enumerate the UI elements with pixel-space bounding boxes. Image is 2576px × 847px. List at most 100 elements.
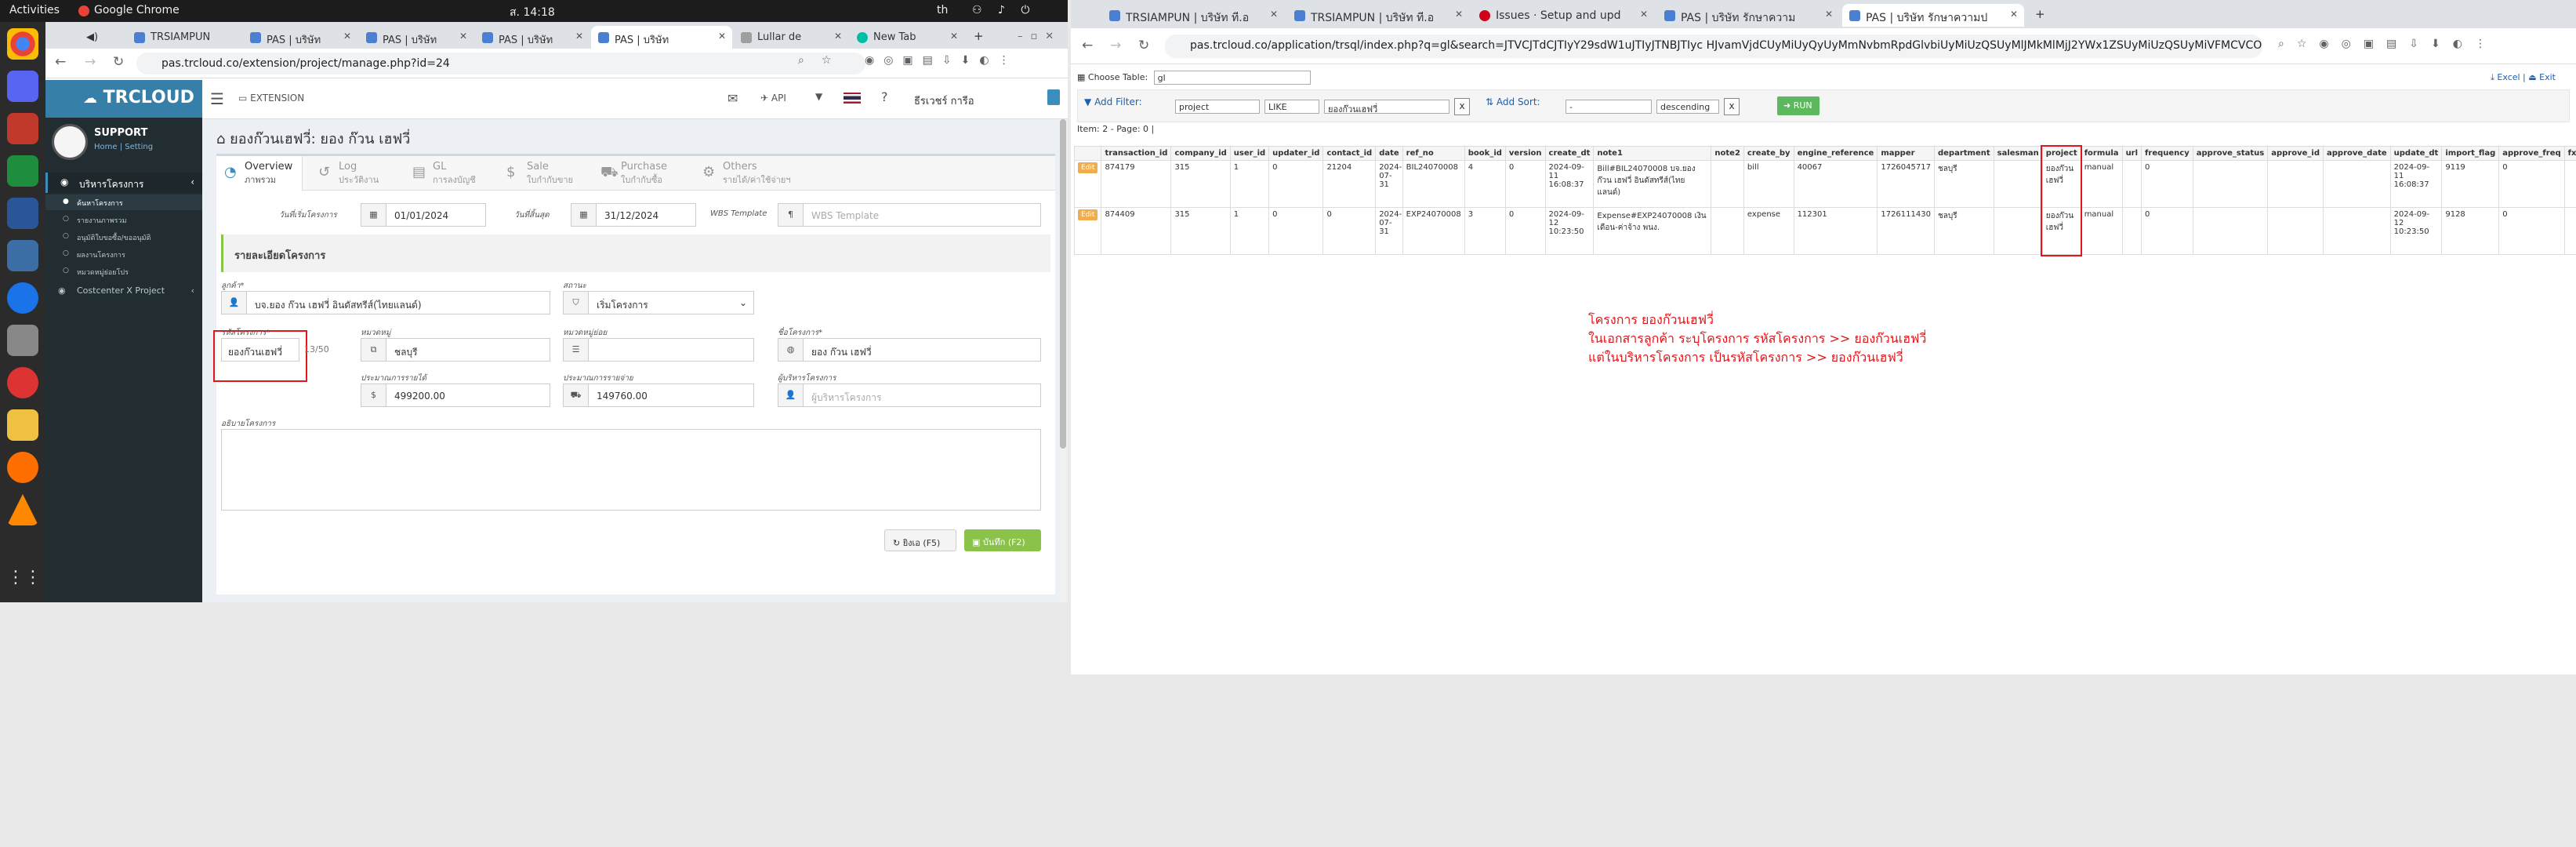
notes-dock-icon[interactable]	[7, 409, 38, 441]
remove-sort-button[interactable]: x	[1724, 98, 1740, 115]
exit-link[interactable]: ⏏ Exit	[2528, 72, 2556, 82]
close-icon[interactable]: ✕	[834, 31, 842, 42]
add-filter-button[interactable]: ▼ Add Filter:	[1084, 96, 1142, 107]
close-icon[interactable]: ✕	[575, 31, 583, 42]
bookmark-star-icon[interactable]: ☆	[822, 54, 832, 67]
tab-gl[interactable]: ▤ GL การลงบัญชี	[405, 156, 491, 191]
tab-4[interactable]: PAS | บริษัท ✕	[475, 26, 590, 49]
tab-4[interactable]: PAS | บริษัท รักษาความ ✕	[1657, 4, 1839, 27]
app-dock-icon[interactable]	[7, 113, 38, 144]
url-field[interactable]: pas.trcloud.co/application/trsql/index.p…	[1165, 35, 2262, 58]
status-select[interactable]: ⛉ เริ่มโครงการ ⌄	[563, 291, 754, 314]
close-icon[interactable]: ✕	[459, 31, 467, 42]
tab-5-active[interactable]: PAS | บริษัท ✕	[591, 26, 732, 49]
project-name-field[interactable]: ◍ ยอง ก๊วน เฮฟวี่	[778, 338, 1041, 362]
mail-icon[interactable]: ✉	[727, 91, 738, 106]
income-field[interactable]: $499200.00	[361, 384, 550, 407]
edit-button[interactable]: Edit	[1078, 209, 1098, 220]
close-icon[interactable]: ✕	[2010, 9, 2018, 20]
sort-direction-select[interactable]: descending	[1656, 100, 1719, 114]
new-tab-button[interactable]: +	[967, 26, 989, 49]
filter-value-input[interactable]: ยองก๊วนเฮฟวี่	[1324, 100, 1449, 115]
page-scrollbar[interactable]	[1060, 119, 1066, 602]
add-sort-button[interactable]: ⇅ Add Sort:	[1486, 96, 1540, 107]
new-tab-button[interactable]: +	[2029, 4, 2051, 27]
setting-link[interactable]: Setting	[125, 143, 153, 151]
close-icon[interactable]: ✕	[1640, 9, 1648, 20]
tab-5-active[interactable]: PAS | บริษัท รักษาความป ✕	[1842, 4, 2024, 27]
input-language[interactable]: th	[937, 4, 948, 16]
extension-icons[interactable]: ◉◎▣▤⇩⬇◐⋮	[865, 54, 1019, 67]
tab-7[interactable]: New Tab ✕	[850, 26, 964, 49]
tab-6[interactable]: Lullar de ✕	[734, 26, 848, 49]
customer-field[interactable]: 👤 บจ.ยอง ก๊วน เฮฟวี่ อินดัสทรีส์(ไทยแลนด์…	[221, 291, 550, 314]
category-field[interactable]: ⧉ ชลบุรี	[361, 338, 550, 362]
end-date-field[interactable]: ▦ 31/12/2024	[571, 203, 696, 227]
tab-log[interactable]: ↺ Log ประวัติงาน	[310, 156, 397, 191]
home-link[interactable]: Home	[94, 143, 118, 151]
forward-icon[interactable]: →	[1110, 38, 1121, 53]
vlc-dock-icon[interactable]	[7, 494, 38, 525]
menu-item-approve[interactable]: ○ อนุมัติใบขอซื้อ/ขออนุมัติ	[45, 229, 202, 245]
tab-purchase[interactable]: ⛟ Purchase ใบกำกับซื้อ	[593, 156, 687, 191]
project-code-field[interactable]: ยองก๊วนเฮฟวี่	[221, 338, 299, 362]
wbs-template-field[interactable]: ¶ WBS Template	[778, 203, 1041, 227]
subcategory-field[interactable]: ☰	[563, 338, 754, 362]
activities-button[interactable]: Activities	[9, 4, 60, 16]
excel-link[interactable]: ⤓ Excel	[2491, 72, 2520, 82]
tab-2[interactable]: PAS | บริษัท ✕	[243, 26, 357, 49]
window-controls[interactable]: –▫✕	[1018, 26, 1065, 49]
tab-audio[interactable]: ◀)	[78, 26, 125, 49]
calculator-dock-icon[interactable]	[7, 325, 38, 356]
tab-overview[interactable]: ◔ Overview ภาพรวม	[216, 156, 303, 191]
edit-cell[interactable]: Edit	[1073, 207, 1102, 255]
close-icon[interactable]: ✕	[343, 31, 351, 42]
close-icon[interactable]: ✕	[950, 31, 958, 42]
menu-item-search-project[interactable]: ● ค้นหาโครงการ	[45, 194, 202, 210]
forward-icon[interactable]: →	[85, 54, 96, 70]
scrollbar-thumb[interactable]	[1060, 119, 1066, 449]
tab-2[interactable]: TRSIAMPUN | บริษัท ที.อ ✕	[1287, 4, 1469, 27]
document-dock-icon[interactable]	[7, 198, 38, 229]
close-icon[interactable]: ✕	[1825, 9, 1833, 20]
filter-operator-select[interactable]: LIKE	[1264, 100, 1319, 114]
back-icon[interactable]: ←	[55, 54, 66, 70]
close-icon[interactable]: ✕	[718, 31, 726, 42]
tab-3[interactable]: Issues · Setup and upd ✕	[1472, 4, 1654, 27]
trcloud-logo[interactable]: ☁ TRCLOUD	[45, 80, 202, 118]
dropdown-caret-icon[interactable]: ▼	[815, 91, 822, 102]
description-textarea[interactable]	[221, 429, 1041, 511]
edit-cell[interactable]: Edit	[1073, 160, 1102, 208]
app-grid-icon[interactable]: ⋮⋮	[7, 563, 42, 594]
app-menu[interactable]: Google Chrome	[94, 4, 180, 16]
user-panel-icon[interactable]	[1047, 89, 1060, 105]
menu-item-overview-report[interactable]: ○ รายงานภาพรวม	[45, 212, 202, 227]
sort-column-select[interactable]: -	[1566, 100, 1652, 114]
globe-dock-icon[interactable]	[7, 282, 38, 314]
run-button[interactable]: ➜ RUN	[1777, 96, 1820, 115]
chrome-dock-icon[interactable]	[7, 28, 38, 60]
menu-item-project-results[interactable]: ○ ผลงานโครงการ	[45, 246, 202, 262]
terminal-dock-icon[interactable]	[7, 240, 38, 271]
start-date-field[interactable]: ▦ 01/01/2024	[361, 203, 486, 227]
brush-dock-icon[interactable]	[7, 452, 38, 483]
api-link[interactable]: ✈ API	[760, 93, 786, 104]
edit-button[interactable]: Edit	[1078, 162, 1098, 173]
tab-sale[interactable]: $ Sale ใบกำกับขาย	[499, 156, 585, 191]
filter-column-select[interactable]: project	[1175, 100, 1260, 114]
tab-others[interactable]: ⚙ Others รายได้/ค่าใช้จ่ายฯ	[695, 156, 804, 191]
discord-dock-icon[interactable]	[7, 71, 38, 102]
extension-link[interactable]: ▭ EXTENSION	[238, 93, 304, 104]
url-field[interactable]: pas.trcloud.co/extension/project/manage.…	[136, 53, 865, 75]
expense-field[interactable]: ⛟ 149760.00	[563, 384, 754, 407]
extension-icons[interactable]: ⌕☆◉◎▣▤⇩⬇◐⋮	[2278, 38, 2498, 50]
reload-icon[interactable]: ↻	[113, 54, 124, 70]
media-dock-icon[interactable]	[7, 367, 38, 398]
menu-item-subcategory[interactable]: ○ หมวดหมู่ย่อยโปร	[45, 264, 202, 279]
zoom-icon[interactable]: ⌕	[798, 54, 804, 67]
tab-1[interactable]: TRSIAMPUN | บริษัท ที.อ ✕	[1102, 4, 1284, 27]
cancel-button[interactable]: ↻ ยิงเอ (F5)	[884, 529, 956, 551]
help-icon[interactable]: ?	[881, 89, 888, 104]
menu-project-management[interactable]: ◉ บริหารโครงการ ‹	[45, 173, 202, 193]
close-icon[interactable]: ✕	[1455, 9, 1463, 20]
